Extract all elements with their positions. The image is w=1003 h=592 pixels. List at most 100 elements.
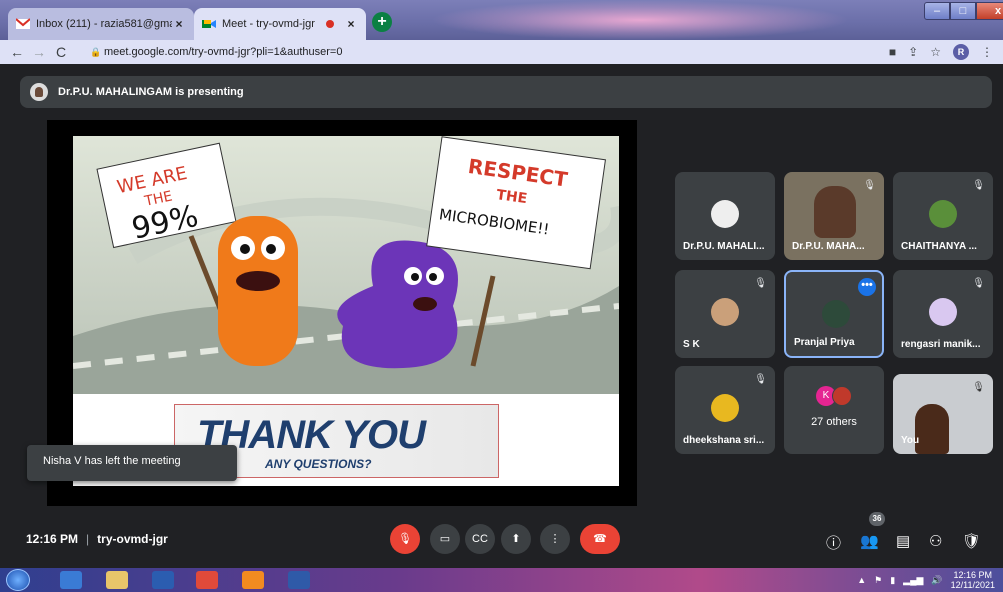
toolbar-actions: ■ ⇪ ☆ R ⋮: [889, 44, 993, 60]
self-video: [915, 404, 949, 454]
captions-button[interactable]: CC: [465, 524, 495, 554]
tray-expand-icon[interactable]: ▲: [857, 575, 866, 585]
participant-tile-active[interactable]: ••• Pranjal Priya: [784, 270, 884, 358]
tab-close-icon[interactable]: ×: [344, 17, 358, 31]
mic-off-icon: 🎙: [754, 278, 767, 289]
share-icon[interactable]: ⇪: [908, 45, 918, 59]
leave-call-button[interactable]: ☎: [580, 524, 620, 554]
address-bar-row: ← → C 🔒 meet.google.com/try-ovmd-jgr?pli…: [0, 40, 1003, 64]
participant-avatar: [711, 200, 739, 228]
meet-area: Dr.P.U. MAHALINGAM is presenting WE ARE …: [0, 64, 1003, 568]
separator: |: [86, 532, 90, 546]
activities-icon[interactable]: ⚇: [929, 532, 942, 550]
participant-name: CHAITHANYA ...: [901, 241, 977, 252]
participant-name: dheekshana sri...: [683, 435, 765, 446]
others-tile[interactable]: K 27 others: [784, 366, 884, 454]
tab-gmail[interactable]: Inbox (211) - razia581@gmail.co ×: [8, 8, 194, 40]
chat-icon[interactable]: ▤: [896, 532, 910, 550]
camera-in-use-icon[interactable]: ■: [889, 45, 896, 59]
notification-toast: Nisha V has left the meeting: [27, 445, 237, 481]
forward-icon[interactable]: →: [28, 44, 50, 60]
presenting-text: Dr.P.U. MAHALINGAM is presenting: [58, 86, 244, 98]
signal-icon[interactable]: ▂▄▆: [903, 575, 923, 586]
present-button[interactable]: ⬆: [501, 524, 531, 554]
url-text: meet.google.com/try-ovmd-jgr?pli=1&authu…: [104, 46, 343, 58]
chrome-taskbar-icon[interactable]: [196, 571, 218, 589]
volume-icon[interactable]: 🔊: [931, 575, 942, 586]
browser-title-bar: Inbox (211) - razia581@gmail.co × Meet -…: [0, 0, 1003, 40]
participant-tile[interactable]: Dr.P.U. MAHALI...: [675, 172, 775, 260]
back-icon[interactable]: ←: [6, 44, 28, 60]
more-menu-icon[interactable]: ⋮: [981, 45, 993, 59]
clock-date: 12/11/2021: [950, 580, 995, 590]
participant-video: [814, 186, 856, 238]
microphone-button[interactable]: 🎙: [390, 524, 420, 554]
camera-button[interactable]: ▭: [430, 524, 460, 554]
mic-off-icon: 🎙: [972, 278, 985, 289]
meeting-details: 12:16 PM | try-ovmd-jgr: [26, 532, 168, 546]
participant-avatar: [711, 298, 739, 326]
title-bar-glow: [430, 0, 850, 40]
network-icon[interactable]: ▮: [890, 575, 895, 586]
flag-icon[interactable]: ⚑: [874, 575, 882, 586]
participant-avatar: [929, 298, 957, 326]
meet-control-bar: 12:16 PM | try-ovmd-jgr 🎙 ▭ CC ⬆ ⋮ ☎ ⓘ 👥 3…: [0, 512, 1003, 568]
minimize-button[interactable]: –: [924, 2, 950, 20]
others-avatar-photo: [832, 386, 852, 406]
participant-name: Dr.P.U. MAHA...: [792, 241, 865, 252]
media-player-icon[interactable]: [152, 571, 174, 589]
maximize-button[interactable]: □: [950, 2, 976, 20]
self-view-tile[interactable]: 🎙 You: [893, 374, 993, 454]
participant-name: rengasri manik...: [901, 339, 981, 350]
meet-icon: [202, 20, 216, 28]
people-count-badge: 36: [869, 512, 885, 526]
meeting-code: try-ovmd-jgr: [97, 532, 168, 546]
presenting-banner: Dr.P.U. MAHALINGAM is presenting: [20, 76, 992, 108]
presenter-avatar: [30, 83, 48, 101]
meeting-details-icon[interactable]: ⓘ: [826, 532, 841, 553]
slide-illustration: WE ARE THE 99% RESPECT THE MICROBIOME!!: [73, 136, 619, 394]
mic-off-icon: 🎙: [972, 382, 985, 393]
profile-avatar[interactable]: R: [953, 44, 969, 60]
bookmark-star-icon[interactable]: ☆: [930, 45, 941, 59]
participant-tile[interactable]: 🎙 CHAITHANYA ...: [893, 172, 993, 260]
tab-title: Inbox (211) - razia581@gmail.co: [36, 18, 172, 30]
lock-icon: 🔒: [90, 46, 102, 57]
system-tray: ▲ ⚑ ▮ ▂▄▆ 🔊 12:16 PM 12/11/2021: [857, 570, 995, 590]
file-explorer-icon[interactable]: [106, 571, 128, 589]
ie-icon[interactable]: [60, 571, 82, 589]
microbes-illustration: WE ARE THE 99% RESPECT THE MICROBIOME!!: [73, 136, 619, 394]
os-taskbar: ▲ ⚑ ▮ ▂▄▆ 🔊 12:16 PM 12/11/2021: [0, 568, 1003, 592]
tab-meet[interactable]: Meet - try-ovmd-jgr ×: [194, 8, 366, 40]
start-button[interactable]: [6, 569, 30, 591]
reload-icon[interactable]: C: [50, 44, 72, 60]
word-icon[interactable]: [288, 571, 310, 589]
participant-name: You: [901, 435, 920, 446]
tab-title: Meet - try-ovmd-jgr: [222, 18, 315, 30]
participant-name: Pranjal Priya: [794, 337, 855, 348]
participant-name: S K: [683, 339, 700, 350]
new-tab-button[interactable]: +: [372, 12, 392, 32]
tab-close-icon[interactable]: ×: [172, 17, 186, 31]
clock-time: 12:16 PM: [953, 570, 993, 580]
questions-text: ANY QUESTIONS?: [265, 457, 372, 471]
gmail-icon: [16, 18, 30, 29]
participant-tile[interactable]: 🎙 rengasri manik...: [893, 270, 993, 358]
recording-indicator-icon: [326, 20, 334, 28]
participant-avatar: [822, 300, 850, 328]
firefox-icon[interactable]: [242, 571, 264, 589]
purple-microbe: [337, 240, 458, 369]
participant-avatar: [711, 394, 739, 422]
more-options-button[interactable]: ⋮: [540, 524, 570, 554]
participant-tile[interactable]: 🎙 dheekshana sri...: [675, 366, 775, 454]
participant-tile[interactable]: 🎙 S K: [675, 270, 775, 358]
more-options-icon[interactable]: •••: [858, 278, 876, 296]
people-icon[interactable]: 👥: [860, 532, 879, 550]
host-controls-icon[interactable]: 🛡: [962, 532, 981, 550]
participant-tile[interactable]: 🎙 Dr.P.U. MAHA...: [784, 172, 884, 260]
url-bar[interactable]: 🔒 meet.google.com/try-ovmd-jgr?pli=1&aut…: [84, 42, 870, 62]
mic-off-icon: 🎙: [863, 180, 876, 191]
close-window-button[interactable]: x: [976, 2, 1003, 20]
slide: WE ARE THE 99% RESPECT THE MICROBIOME!! …: [73, 136, 619, 486]
taskbar-clock[interactable]: 12:16 PM 12/11/2021: [951, 570, 995, 590]
